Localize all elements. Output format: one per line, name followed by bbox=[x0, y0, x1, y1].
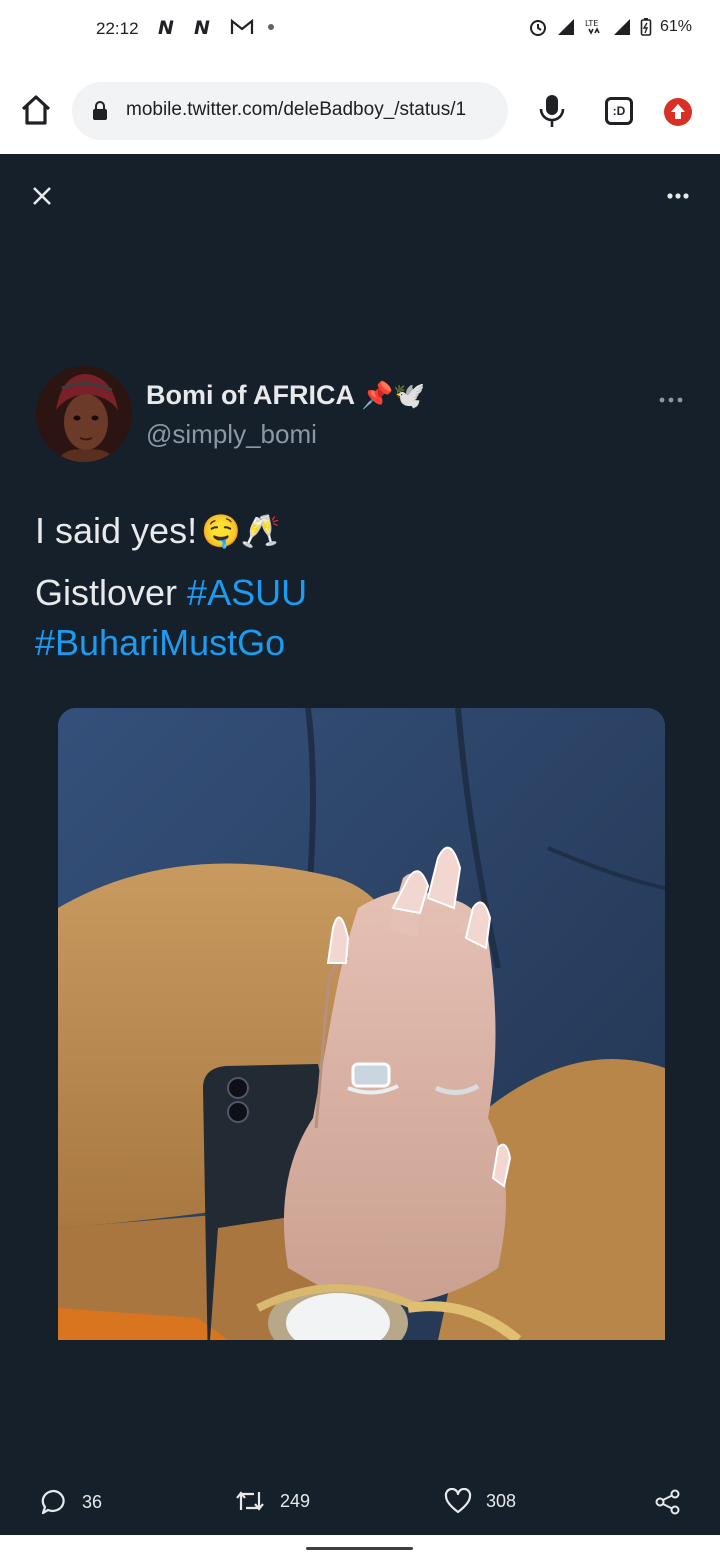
like-button[interactable]: 308 bbox=[444, 1488, 516, 1514]
like-icon bbox=[444, 1488, 472, 1514]
tweet-viewer: Bomi of AFRICA 📌🕊️ @simply_bomi I said y… bbox=[0, 154, 720, 1535]
retweet-icon bbox=[236, 1491, 264, 1511]
alarm-icon bbox=[529, 20, 546, 36]
like-count: 308 bbox=[486, 1490, 517, 1511]
author-name-row[interactable]: Bomi of AFRICA 📌🕊️ bbox=[146, 380, 426, 411]
user-handle[interactable]: @simply_bomi bbox=[146, 419, 317, 450]
lte-icon: LTE bbox=[585, 19, 600, 35]
reply-button[interactable]: 36 bbox=[40, 1488, 102, 1516]
status-bar: 22:12 N N LTE 61% bbox=[0, 0, 720, 60]
lte-text: LTE bbox=[585, 19, 598, 28]
signal-icon bbox=[557, 19, 574, 35]
gmail-icon bbox=[230, 18, 254, 34]
share-button[interactable] bbox=[654, 1488, 682, 1516]
more-icon[interactable] bbox=[666, 192, 690, 200]
lock-icon bbox=[93, 101, 107, 120]
address-bar[interactable]: mobile.twitter.com/deleBadboy_/status/1 bbox=[72, 82, 508, 140]
svg-text:N: N bbox=[194, 17, 210, 37]
signal-icon-2 bbox=[613, 19, 630, 35]
tweet-emojis: 🤤🥂 bbox=[201, 513, 281, 549]
gesture-nav-bar bbox=[0, 1535, 720, 1560]
system-icons: LTE 61% bbox=[528, 17, 692, 37]
tweet-photo[interactable] bbox=[58, 708, 665, 1340]
hashtag-link[interactable]: #ASUU bbox=[187, 572, 307, 613]
update-icon[interactable] bbox=[663, 97, 693, 127]
tweet-actions: 36 249 308 bbox=[0, 1484, 720, 1524]
tab-switcher-icon[interactable]: :D bbox=[605, 97, 633, 125]
display-name: Bomi of AFRICA bbox=[146, 380, 355, 410]
browser-toolbar: mobile.twitter.com/deleBadboy_/status/1 … bbox=[0, 60, 720, 154]
url-text: mobile.twitter.com/deleBadboy_/status/1 bbox=[126, 99, 467, 120]
svg-text:N: N bbox=[158, 17, 174, 37]
retweet-button[interactable]: 249 bbox=[234, 1488, 310, 1514]
retweet-count: 249 bbox=[280, 1490, 311, 1511]
tweet-text: I said yes! bbox=[35, 510, 198, 551]
gesture-handle[interactable] bbox=[306, 1547, 413, 1550]
home-icon[interactable] bbox=[18, 92, 54, 128]
news-notification-icon: N bbox=[194, 17, 210, 37]
tweet-more-icon[interactable] bbox=[658, 396, 684, 404]
battery-icon bbox=[640, 18, 652, 36]
reply-count: 36 bbox=[82, 1491, 103, 1512]
clock: 22:12 bbox=[96, 19, 139, 38]
share-icon bbox=[655, 1489, 680, 1515]
notification-icons: N N bbox=[158, 17, 274, 37]
tweet-text-gistlover: Gistlover bbox=[35, 572, 188, 613]
avatar[interactable] bbox=[36, 366, 132, 462]
hashtag-link[interactable]: #BuhariMustGo bbox=[35, 622, 285, 664]
reply-icon bbox=[41, 1489, 65, 1515]
photo-illustration bbox=[58, 708, 665, 1340]
battery-percent: 61% bbox=[659, 18, 692, 35]
name-emojis: 📌🕊️ bbox=[360, 380, 426, 410]
news-notification-icon: N bbox=[158, 17, 174, 37]
avatar-image bbox=[36, 366, 132, 462]
tab-switcher-label: :D bbox=[612, 104, 626, 118]
close-icon[interactable] bbox=[28, 182, 56, 210]
tweet-text-line2: Gistlover #ASUU bbox=[35, 572, 307, 614]
more-notifications-dot bbox=[268, 24, 274, 30]
tweet-text-line1: I said yes! 🤤🥂 bbox=[35, 510, 281, 552]
mic-icon[interactable] bbox=[536, 93, 568, 129]
